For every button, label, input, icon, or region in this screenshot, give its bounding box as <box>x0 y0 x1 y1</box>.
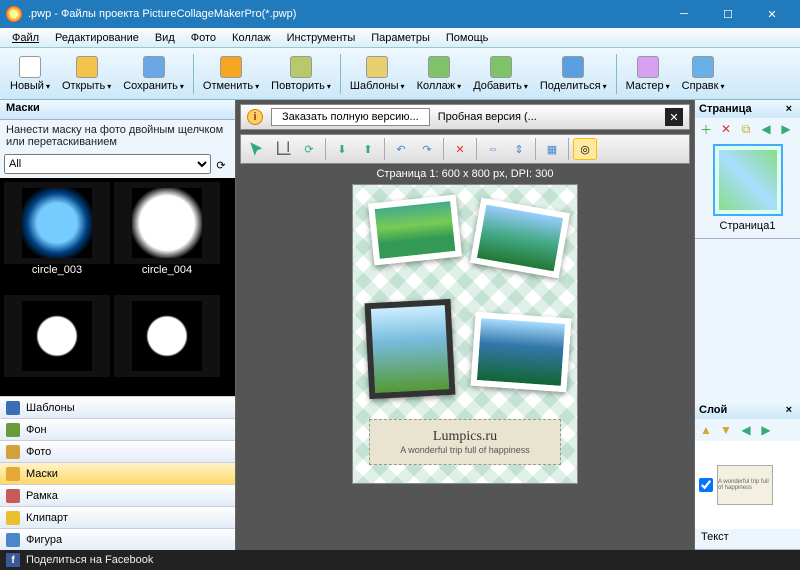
minimize-button[interactable]: ─ <box>662 3 706 25</box>
collage-photo[interactable] <box>365 299 456 399</box>
layer-down-icon[interactable]: ⬇ <box>330 138 354 160</box>
menu-вид[interactable]: Вид <box>147 30 183 46</box>
menu-инструменты[interactable]: Инструменты <box>279 30 364 46</box>
toolbar-новый[interactable]: Новый▾ <box>4 53 56 95</box>
maximize-button[interactable]: ☐ <box>706 3 750 25</box>
layer-up-icon[interactable]: ⬆ <box>356 138 380 160</box>
crop-tool-icon[interactable] <box>271 138 295 160</box>
toolbar-сохранить[interactable]: Сохранить▾ <box>117 53 190 95</box>
toolbar-открыть[interactable]: Открыть▾ <box>56 53 117 95</box>
toolbar-поделиться[interactable]: Поделиться▾ <box>534 53 613 95</box>
toolbar-мастер[interactable]: Мастер▾ <box>620 53 676 95</box>
layer-prev-icon[interactable]: ◀ <box>737 421 755 439</box>
trial-label: Пробная версия (... <box>438 111 537 123</box>
collage-canvas[interactable]: Lumpics.ru A wonderful trip full of happ… <box>352 184 578 484</box>
menu-редактирование[interactable]: Редактирование <box>47 30 147 46</box>
facebook-icon[interactable]: f <box>6 553 20 567</box>
collage-photo[interactable] <box>368 195 462 266</box>
mask-item[interactable]: circle_003 <box>4 182 110 291</box>
layer-visible-checkbox[interactable] <box>699 478 713 492</box>
mask-item[interactable] <box>114 295 220 392</box>
layer-next-icon[interactable]: ▶ <box>757 421 775 439</box>
toolbar-справк[interactable]: Справк▾ <box>676 53 731 95</box>
snap-icon[interactable]: ◎ <box>573 138 597 160</box>
window-title: .pwp - Файлы проекта PictureCollageMaker… <box>28 8 296 20</box>
masks-panel-header: Маски <box>0 100 235 120</box>
page-info: Страница 1: 600 x 800 px, DPI: 300 <box>236 164 694 184</box>
toolbar-коллаж[interactable]: Коллаж▾ <box>411 53 468 95</box>
close-button[interactable]: ✕ <box>750 3 794 25</box>
select-tool-icon[interactable] <box>245 138 269 160</box>
layer-panel-close-icon[interactable]: × <box>782 404 796 416</box>
app-icon <box>6 6 22 22</box>
mask-item[interactable]: circle_004 <box>114 182 220 291</box>
toolbar-добавить[interactable]: Добавить▾ <box>467 53 534 95</box>
layer-panel-title: Слой <box>699 404 727 416</box>
toolbar-отменить[interactable]: Отменить▾ <box>197 53 265 95</box>
layer-up-icon[interactable]: ▲ <box>697 421 715 439</box>
toolbar-шаблоны[interactable]: Шаблоны▾ <box>344 53 411 95</box>
collage-banner[interactable]: Lumpics.ru A wonderful trip full of happ… <box>369 419 561 465</box>
layer-item-label: Текст <box>695 529 800 549</box>
layer-down-icon[interactable]: ▼ <box>717 421 735 439</box>
menu-фото[interactable]: Фото <box>183 30 224 46</box>
nav-фото[interactable]: Фото <box>0 440 235 462</box>
info-icon: i <box>247 109 263 125</box>
banner-title: Lumpics.ru <box>433 429 497 445</box>
prev-page-icon[interactable]: ◀ <box>757 120 775 138</box>
toolbar-повторить[interactable]: Повторить▾ <box>265 53 337 95</box>
nav-маски[interactable]: Маски <box>0 462 235 484</box>
banner-subtitle: A wonderful trip full of happiness <box>400 445 530 455</box>
menu-коллаж[interactable]: Коллаж <box>224 30 279 46</box>
mask-label: circle_004 <box>114 264 220 276</box>
layer-thumbnail[interactable]: A wonderful trip full of happiness <box>717 465 773 505</box>
mask-refresh-icon[interactable]: ⟳ <box>211 154 231 176</box>
menu-помощь[interactable]: Помощь <box>438 30 497 46</box>
mask-item[interactable] <box>4 295 110 392</box>
delete-icon[interactable]: ✕ <box>448 138 472 160</box>
nav-фон[interactable]: Фон <box>0 418 235 440</box>
share-facebook-link[interactable]: Поделиться на Facebook <box>26 554 153 566</box>
refresh-icon[interactable]: ⟳ <box>297 138 321 160</box>
menu-файл[interactable]: Файл <box>4 30 47 46</box>
page-thumbnail[interactable] <box>713 144 783 216</box>
nav-клипарт[interactable]: Клипарт <box>0 506 235 528</box>
page-panel-title: Страница <box>699 103 752 115</box>
mask-filter-select[interactable]: All <box>4 154 211 174</box>
page-panel-close-icon[interactable]: × <box>782 103 796 115</box>
next-page-icon[interactable]: ▶ <box>777 120 795 138</box>
align-h-icon[interactable]: ⇔ <box>481 138 505 160</box>
nav-шаблоны[interactable]: Шаблоны <box>0 396 235 418</box>
nav-фигура[interactable]: Фигура <box>0 528 235 550</box>
align-v-icon[interactable]: ⇕ <box>507 138 531 160</box>
delete-page-icon[interactable]: ✕ <box>717 120 735 138</box>
nav-рамка[interactable]: Рамка <box>0 484 235 506</box>
masks-hint: Нанести маску на фото двойным щелчком ил… <box>0 120 235 152</box>
rotate-right-icon[interactable]: ↷ <box>415 138 439 160</box>
copy-page-icon[interactable]: ⧉ <box>737 120 755 138</box>
page-thumb-label: Страница1 <box>695 220 800 238</box>
mask-label: circle_003 <box>4 264 110 276</box>
add-page-icon[interactable]: ＋ <box>697 120 715 138</box>
order-full-button[interactable]: Заказать полную версию... <box>271 108 430 126</box>
menu-параметры[interactable]: Параметры <box>363 30 438 46</box>
collage-photo[interactable] <box>471 312 572 393</box>
distribute-icon[interactable]: ▦ <box>540 138 564 160</box>
infobar-close-icon[interactable]: ✕ <box>665 108 683 126</box>
rotate-left-icon[interactable]: ↶ <box>389 138 413 160</box>
collage-photo[interactable] <box>470 198 570 279</box>
